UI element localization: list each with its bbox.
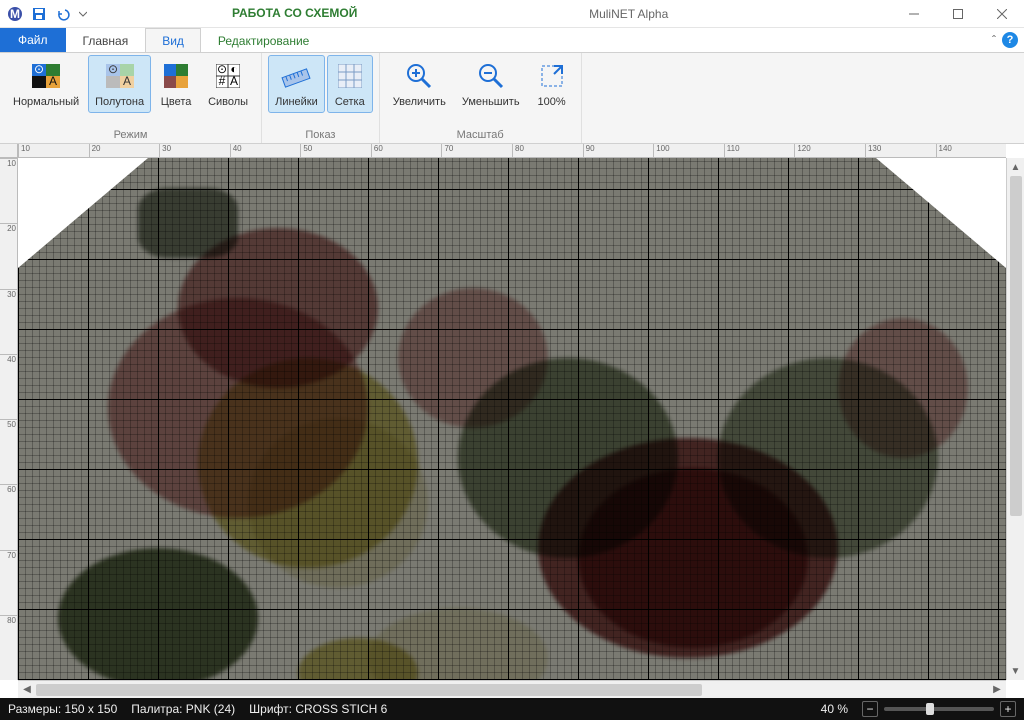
ruler-horizontal[interactable]: 102030405060708090100110120130140 — [18, 144, 1006, 158]
rulers-button[interactable]: Линейки — [268, 55, 325, 113]
group-zoom: Увеличить Уменьшить 100% Масштаб — [380, 53, 582, 143]
status-font: Шрифт: CROSS STICH 6 — [249, 702, 387, 716]
scroll-thumb-h[interactable] — [36, 684, 702, 696]
zoom-in-label: Увеличить — [393, 96, 446, 108]
zoom-minus-icon[interactable]: − — [862, 701, 878, 717]
scroll-up-icon[interactable]: ▲ — [1007, 158, 1024, 176]
mode-halftone-label: Полутона — [95, 96, 144, 108]
minimize-button[interactable] — [892, 0, 936, 28]
group-show: Линейки Сетка Показ — [262, 53, 380, 143]
title-bar: M РАБОТА СО СХЕМОЙ MuliNET Alpha — [0, 0, 1024, 28]
svg-text:A: A — [230, 74, 238, 88]
svg-text:⊙: ⊙ — [34, 64, 44, 76]
tab-home[interactable]: Главная — [66, 28, 146, 52]
mode-normal-label: Нормальный — [13, 96, 79, 108]
mode-colors-button[interactable]: Цвета — [153, 55, 199, 113]
rulers-label: Линейки — [275, 96, 318, 108]
zoom-track[interactable] — [884, 707, 994, 711]
zoom-value: 40 % — [821, 702, 848, 716]
scrollbar-horizontal[interactable]: ◀ ▶ — [18, 680, 1006, 698]
mode-symbols-button[interactable]: ⊙◐#A Сиволы — [201, 55, 255, 113]
ruler-icon — [280, 60, 312, 92]
group-mode: ⊙A Нормальный ⊙A Полутона Цвета ⊙◐#A Сив… — [0, 53, 262, 143]
status-bar: Размеры: 150 x 150 Палитра: PNK (24) Шри… — [0, 698, 1024, 720]
grid-button[interactable]: Сетка — [327, 55, 373, 113]
scroll-right-icon[interactable]: ▶ — [988, 681, 1006, 699]
context-title: РАБОТА СО СХЕМОЙ — [232, 7, 357, 20]
grid-label: Сетка — [335, 96, 365, 108]
grid-icon — [334, 60, 366, 92]
collapse-ribbon-icon[interactable]: ˆ — [992, 33, 996, 47]
tab-editing[interactable]: Редактирование — [201, 28, 326, 52]
ruler-corner — [0, 144, 18, 158]
quick-access-toolbar: M — [0, 3, 94, 25]
symbols-mode-icon: ⊙◐#A — [212, 60, 244, 92]
svg-text:⊙: ⊙ — [108, 64, 118, 76]
zoom-100-icon — [536, 60, 568, 92]
ribbon: ⊙A Нормальный ⊙A Полутона Цвета ⊙◐#A Сив… — [0, 52, 1024, 144]
scroll-thumb-v[interactable] — [1010, 176, 1022, 516]
scroll-down-icon[interactable]: ▼ — [1007, 662, 1024, 680]
mode-colors-label: Цвета — [161, 96, 192, 108]
group-show-label: Показ — [268, 127, 373, 143]
canvas-area: 102030405060708090100110120130140 102030… — [0, 144, 1024, 698]
normal-mode-icon: ⊙A — [30, 60, 62, 92]
help-icon[interactable]: ? — [1002, 32, 1018, 48]
group-zoom-label: Масштаб — [386, 127, 575, 143]
scrollbar-vertical[interactable]: ▲ ▼ — [1006, 158, 1024, 680]
status-palette: Палитра: PNK (24) — [131, 702, 235, 716]
zoom-100-label: 100% — [537, 96, 565, 108]
halftone-mode-icon: ⊙A — [104, 60, 136, 92]
status-dims: Размеры: 150 x 150 — [8, 702, 117, 716]
colors-mode-icon — [160, 60, 192, 92]
zoom-in-icon — [403, 60, 435, 92]
zoom-out-icon — [475, 60, 507, 92]
zoom-out-label: Уменьшить — [462, 96, 520, 108]
window-controls — [892, 0, 1024, 28]
svg-text:#: # — [219, 74, 226, 88]
zoom-100-button[interactable]: 100% — [529, 55, 575, 113]
undo-icon[interactable] — [52, 3, 74, 25]
pattern-artwork — [18, 158, 1006, 680]
mode-normal-button[interactable]: ⊙A Нормальный — [6, 55, 86, 113]
ruler-vertical[interactable]: 1020304050607080 — [0, 158, 18, 680]
zoom-out-button[interactable]: Уменьшить — [455, 55, 527, 113]
contextual-tab-header: РАБОТА СО СХЕМОЙ — [224, 7, 365, 20]
zoom-plus-icon[interactable]: + — [1000, 701, 1016, 717]
svg-text:M: M — [10, 7, 20, 21]
svg-text:A: A — [123, 74, 131, 88]
close-button[interactable] — [980, 0, 1024, 28]
svg-text:A: A — [49, 74, 57, 88]
scroll-left-icon[interactable]: ◀ — [18, 681, 36, 699]
app-icon[interactable]: M — [4, 3, 26, 25]
maximize-button[interactable] — [936, 0, 980, 28]
app-title: MuliNET Alpha — [365, 7, 892, 21]
save-icon[interactable] — [28, 3, 50, 25]
zoom-in-button[interactable]: Увеличить — [386, 55, 453, 113]
qat-dropdown-icon[interactable] — [76, 3, 90, 25]
zoom-thumb[interactable] — [926, 703, 934, 715]
group-mode-label: Режим — [6, 127, 255, 143]
zoom-slider[interactable]: − + — [862, 701, 1016, 717]
tab-view[interactable]: Вид — [145, 28, 201, 52]
mode-halftone-button[interactable]: ⊙A Полутона — [88, 55, 151, 113]
tab-file[interactable]: Файл — [0, 28, 66, 52]
pattern-grid[interactable] — [18, 158, 1006, 680]
mode-symbols-label: Сиволы — [208, 96, 248, 108]
ribbon-tabs: Файл Главная Вид Редактирование ˆ ? — [0, 28, 1024, 52]
